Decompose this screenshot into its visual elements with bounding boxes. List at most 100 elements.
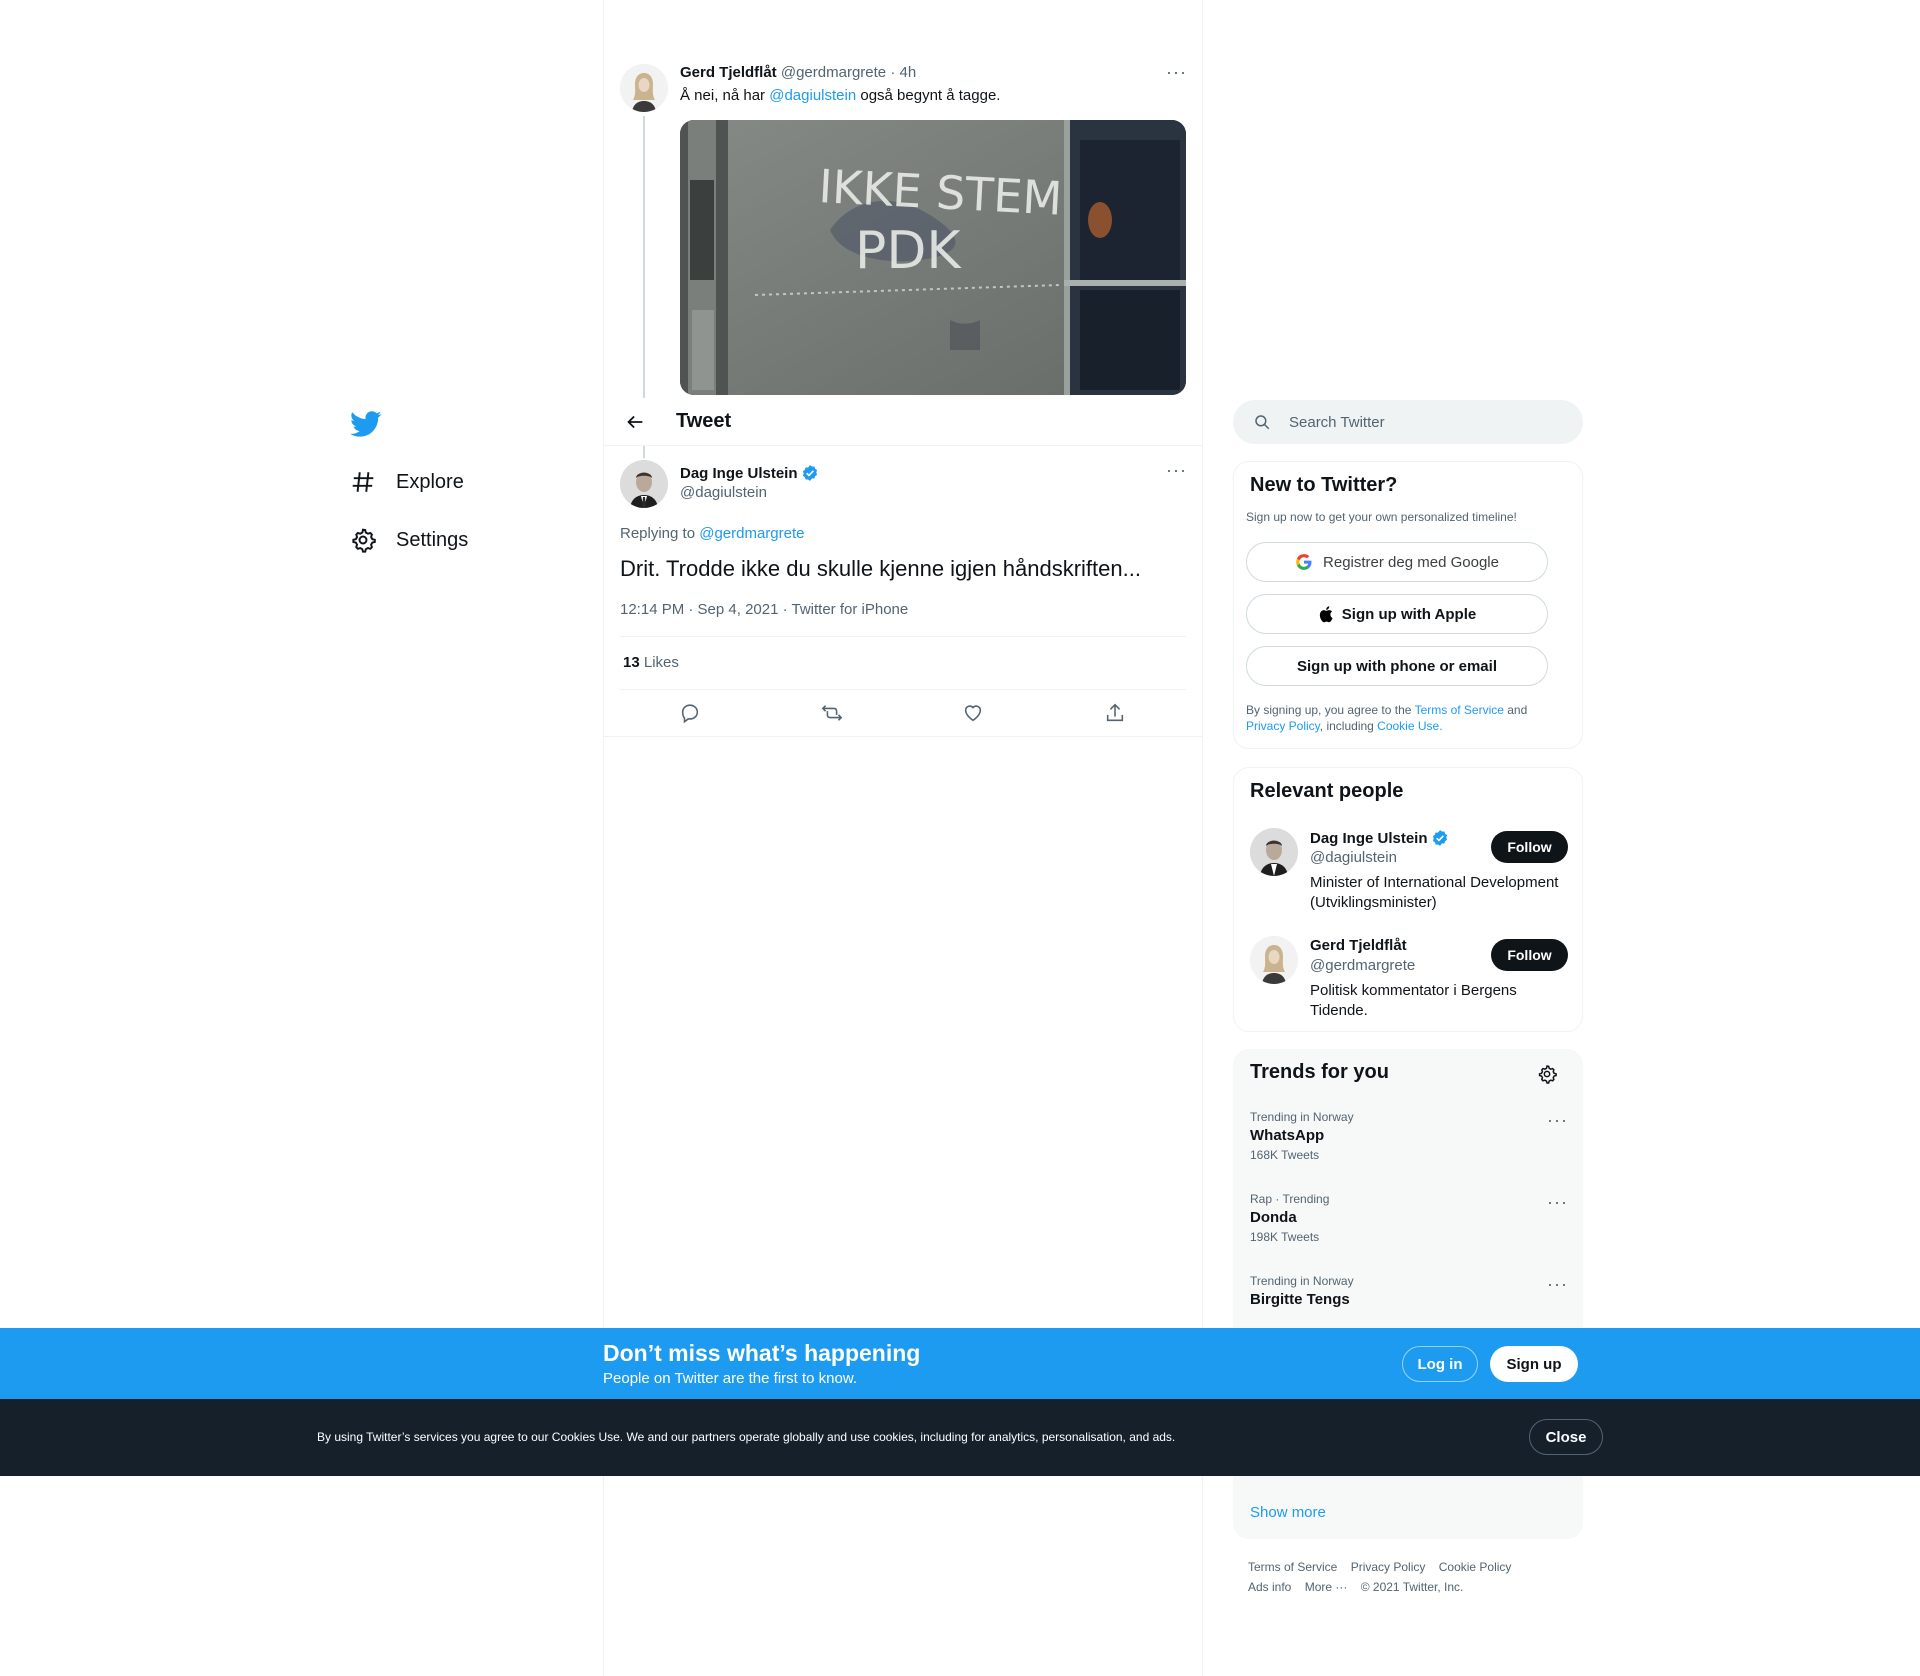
trend-name: WhatsApp <box>1250 1127 1325 1144</box>
tweet-meta[interactable]: 12:14 PM · Sep 4, 2021 · Twitter for iPh… <box>620 601 908 618</box>
phone-email-signup-button[interactable]: Sign up with phone or email <box>1246 646 1548 686</box>
footer-ads-link[interactable]: Ads info <box>1248 1580 1291 1594</box>
more-options-icon[interactable]: ··· <box>1166 460 1187 481</box>
login-button[interactable]: Log in <box>1402 1346 1478 1382</box>
trend-item[interactable]: Rap · Trending Donda 198K Tweets <box>1250 1192 1566 1244</box>
google-signup-label: Registrer deg med Google <box>1323 553 1499 571</box>
more-options-icon[interactable]: ··· <box>1547 1110 1568 1131</box>
banner-title: Don’t miss what’s happening <box>603 1340 921 1366</box>
avatar-dag[interactable] <box>620 460 668 508</box>
reply-icon[interactable] <box>679 702 701 724</box>
close-button[interactable]: Close <box>1529 1419 1603 1455</box>
trend-name: Donda <box>1250 1209 1297 1226</box>
back-arrow-icon[interactable] <box>624 411 646 433</box>
person-bio: Politisk kommentator i Bergens Tidende. <box>1310 982 1517 1019</box>
hashtag-icon <box>352 472 374 492</box>
banner-subtitle: People on Twitter are the first to know. <box>603 1370 858 1387</box>
signup-button[interactable]: Sign up <box>1490 1346 1578 1382</box>
follow-button[interactable]: Follow <box>1491 939 1568 971</box>
new-to-twitter-card: New to Twitter? Sign up now to get your … <box>1233 461 1583 749</box>
likes-stat[interactable]: 13 Likes <box>623 654 679 671</box>
google-icon <box>1296 554 1312 570</box>
trend-item[interactable]: Trending in Norway Birgitte Tengs <box>1250 1274 1566 1308</box>
gear-icon[interactable] <box>1537 1064 1557 1084</box>
gear-icon <box>352 528 376 553</box>
person-name[interactable]: Gerd Tjeldflåt <box>1310 937 1407 954</box>
cookie-text: By using Twitter’s services you agree to… <box>317 1430 1176 1444</box>
person-name-row: Dag Inge Ulstein <box>1310 829 1449 847</box>
trend-item[interactable]: Trending in Norway WhatsApp 168K Tweets <box>1250 1110 1566 1162</box>
search-icon <box>1255 415 1270 430</box>
trend-name: Birgitte Tengs <box>1250 1291 1350 1308</box>
footer-cookie-link[interactable]: Cookie Policy <box>1439 1560 1512 1574</box>
page-title: Tweet <box>676 410 732 432</box>
phone-email-signup-label: Sign up with phone or email <box>1296 657 1497 675</box>
cookie-use-link[interactable]: Cookie Use. <box>1377 719 1442 733</box>
person-bio: Minister of International Development (U… <box>1310 874 1559 911</box>
divider <box>604 736 1202 737</box>
google-signup-button[interactable]: Registrer deg med Google <box>1246 542 1548 582</box>
retweet-icon[interactable] <box>821 702 843 724</box>
follow-button[interactable]: Follow <box>1491 831 1568 863</box>
nav-settings-label: Settings <box>396 528 469 551</box>
tweet-photo[interactable]: IKKE STEM PDK <box>680 120 1186 395</box>
login-prompt-banner: Don’t miss what’s happening People on Tw… <box>0 1328 1920 1399</box>
thread-line-connector <box>643 446 645 458</box>
main-tweet-text: Drit. Trodde ikke du skulle kjenne igjen… <box>620 556 1141 581</box>
avatar-dag[interactable] <box>1250 828 1298 876</box>
person-handle[interactable]: @gerdmargrete <box>1310 957 1415 974</box>
apple-icon <box>1319 606 1333 623</box>
trend-count: 168K Tweets <box>1250 1148 1320 1162</box>
more-options-icon[interactable]: ··· <box>1547 1274 1568 1295</box>
tweet-time[interactable]: · 4h <box>890 64 916 81</box>
likes-label: Likes <box>643 654 679 671</box>
apple-signup-button[interactable]: Sign up with Apple <box>1246 594 1548 634</box>
like-heart-icon[interactable] <box>962 702 984 724</box>
footer-privacy-link[interactable]: Privacy Policy <box>1351 1560 1426 1574</box>
person-name[interactable]: Dag Inge Ulstein <box>1310 830 1428 847</box>
trend-count: 198K Tweets <box>1250 1230 1320 1244</box>
privacy-link[interactable]: Privacy Policy <box>1246 719 1320 733</box>
nav-explore[interactable]: Explore <box>350 460 464 504</box>
author-name[interactable]: Dag Inge Ulstein <box>680 465 798 482</box>
trend-context: Trending in Norway <box>1250 1274 1354 1288</box>
tweet-header-bar: Tweet <box>604 398 1202 446</box>
more-options-icon[interactable]: ··· <box>1547 1192 1568 1213</box>
author-handle[interactable]: @gerdmargrete <box>781 64 886 81</box>
author-handle[interactable]: @dagiulstein <box>680 484 767 501</box>
tweet-text-part: Å nei, nå har <box>680 87 770 104</box>
show-more-link[interactable]: Show more <box>1250 1504 1326 1521</box>
relevant-people-card: Relevant people Dag Inge Ulstein @dagiul… <box>1233 767 1583 1032</box>
apple-signup-label: Sign up with Apple <box>1341 605 1477 623</box>
tweet-text-part: også begynt å tagge. <box>856 87 1001 104</box>
twitter-logo-icon[interactable] <box>350 408 382 440</box>
nav-explore-label: Explore <box>396 470 464 493</box>
author-name[interactable]: Gerd Tjeldflåt <box>680 64 777 81</box>
legal-part: , including <box>1319 719 1378 733</box>
cookie-banner: By using Twitter’s services you agree to… <box>0 1399 1920 1476</box>
replying-label: Replying to <box>620 525 700 542</box>
legal-text: By signing up, you agree to the Terms of… <box>1246 702 1572 734</box>
search-box[interactable] <box>1233 400 1583 444</box>
terms-link[interactable]: Terms of Service <box>1415 703 1504 717</box>
avatar-gerd[interactable] <box>1250 936 1298 984</box>
replying-to: Replying to @gerdmargrete <box>620 525 805 542</box>
verified-badge-icon <box>802 465 817 481</box>
card-title: Trends for you <box>1250 1061 1389 1083</box>
card-subtitle: Sign up now to get your own personalized… <box>1246 510 1517 524</box>
footer-more-link[interactable]: More ··· <box>1305 1580 1348 1594</box>
more-options-icon[interactable]: ··· <box>1166 62 1187 83</box>
share-icon[interactable] <box>1104 702 1126 724</box>
mention-link[interactable]: @dagiulstein <box>769 87 856 104</box>
trend-context: Trending in Norway <box>1250 1110 1354 1124</box>
avatar-gerd[interactable] <box>620 64 668 112</box>
replying-to-link[interactable]: @gerdmargrete <box>699 525 804 542</box>
nav-settings[interactable]: Settings <box>350 518 468 562</box>
person-handle[interactable]: @dagiulstein <box>1310 849 1397 866</box>
search-input[interactable] <box>1289 413 1559 431</box>
footer-terms-link[interactable]: Terms of Service <box>1248 1560 1337 1574</box>
parent-tweet-header: Gerd Tjeldflåt @gerdmargrete · 4h <box>680 64 916 81</box>
legal-part: By signing up, you agree to the <box>1246 703 1415 717</box>
divider <box>620 689 1186 690</box>
card-title: Relevant people <box>1250 780 1404 802</box>
